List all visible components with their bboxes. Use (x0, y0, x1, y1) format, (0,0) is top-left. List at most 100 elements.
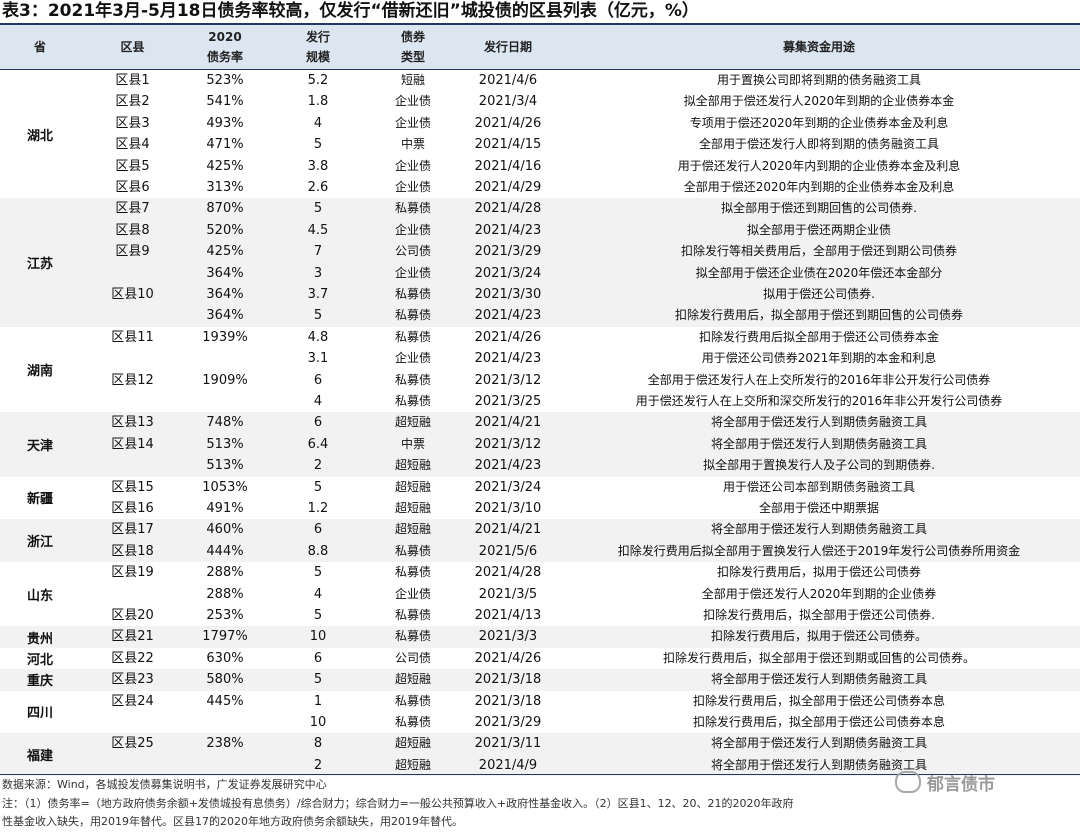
cell-date: 2021/4/13 (474, 608, 542, 623)
cell-date: 2021/4/6 (478, 73, 538, 88)
cell-type: 私募债 (394, 693, 431, 708)
note-line-2: 性基金收入缺失，用2019年替代。区县17的2020年地方政府债务余额缺失，用2… (2, 815, 463, 828)
cell-use: 将全部用于偿还发行人到期债务融资工具 (710, 736, 927, 751)
cell-county: 区县25 (111, 736, 154, 752)
cell-date: 2021/3/3 (478, 629, 538, 645)
cell-date: 2021/4/21 (474, 522, 542, 538)
cell-date: 2021/4/15 (474, 137, 542, 153)
cell-rate: 520% (206, 222, 244, 238)
cell-type: 公司债 (394, 650, 431, 665)
cell-rate: 513% (206, 458, 244, 474)
cell-date: 2021/3/10 (474, 501, 542, 516)
cell-rate (185, 712, 265, 733)
cell-county: 区县22 (111, 650, 154, 666)
cell-scale: 6 (313, 522, 323, 538)
cell-rate: 364% (206, 287, 244, 302)
cell-use: 全部用于偿还发行人在上交所发行的2016年非公开发行公司债券 (647, 372, 991, 387)
cell-date: 2021/3/30 (474, 287, 542, 302)
province-cell: 天津 (26, 438, 53, 454)
cell-type: 超短融 (394, 736, 431, 751)
cell-scale: 5.2 (307, 73, 329, 88)
cell-type: 中票 (400, 436, 425, 451)
cell-type: 超短融 (394, 672, 431, 687)
cell-date: 2021/5/6 (478, 543, 538, 559)
cell-date: 2021/3/4 (478, 94, 538, 110)
cell-rate: 471% (206, 137, 244, 153)
cell-scale: 4 (313, 586, 323, 602)
cell-county: 区县16 (111, 501, 154, 516)
cell-county: 区县20 (111, 608, 154, 623)
cell-use: 扣除发行费用后，拟用于偿还公司债券 (716, 565, 921, 580)
cell-type: 超短融 (394, 757, 431, 772)
cell-county (80, 348, 185, 369)
cell-date: 2021/3/29 (474, 715, 542, 730)
province-cell: 福建 (26, 749, 53, 765)
cell-scale: 5 (313, 308, 323, 324)
cell-rate: 445% (206, 693, 244, 709)
cell-county (80, 391, 185, 412)
cell-use: 扣除发行费用后，拟全部用于偿还公司债券. (703, 608, 935, 622)
cell-use: 扣除发行费用后，拟全部用于偿还公司债券本息 (692, 693, 945, 708)
cell-county: 区县6 (115, 180, 150, 195)
cell-rate: 580% (206, 672, 244, 688)
cell-rate: 313% (206, 180, 244, 195)
cell-scale: 4 (313, 394, 323, 409)
cell-date: 2021/3/18 (474, 693, 542, 709)
cell-rate (185, 391, 265, 412)
header-scale-line1: 发行 (305, 30, 330, 44)
cell-county (80, 455, 185, 476)
cell-scale: 3 (313, 265, 323, 281)
cell-scale: 1 (313, 693, 323, 709)
cell-type: 私募债 (394, 629, 431, 644)
cell-use: 拟用于偿还公司债券. (763, 287, 875, 301)
cell-scale: 8 (313, 736, 323, 752)
cell-rate: 425% (206, 158, 244, 174)
cell-use: 拟全部用于偿还发行人2020年到期的企业债券本金 (683, 94, 955, 109)
cell-county: 区县5 (115, 158, 150, 174)
cell-type: 私募债 (394, 608, 431, 622)
cell-use: 扣除发行费用后拟全部用于置换发行人偿还于2019年发行公司债券所用资金 (617, 543, 1021, 558)
cell-scale: 6 (313, 415, 323, 431)
cell-type: 企业债 (394, 351, 431, 366)
cell-scale: 5 (313, 137, 323, 153)
cell-scale: 10 (309, 629, 327, 645)
cell-use: 扣除发行等相关费用后，全部用于偿还到期公司债券 (680, 244, 957, 259)
cell-county: 区县14 (111, 436, 154, 452)
cell-rate (185, 348, 265, 369)
cell-rate: 288% (206, 565, 244, 581)
cell-rate: 444% (206, 543, 244, 559)
cell-date: 2021/4/23 (474, 458, 542, 474)
cell-county: 区县15 (111, 479, 154, 495)
cell-county: 区县13 (111, 415, 154, 431)
cell-scale: 2 (313, 458, 323, 474)
cell-scale: 1.2 (307, 501, 329, 516)
province-cell: 贵州 (26, 631, 53, 647)
cell-rate: 253% (206, 608, 244, 623)
cell-county: 区县19 (111, 565, 154, 581)
cell-type: 私募债 (394, 287, 431, 301)
cell-use: 扣除发行费用后拟全部用于偿还公司债券本金 (698, 329, 939, 344)
province-cell: 河北 (26, 652, 53, 668)
cell-type: 企业债 (394, 265, 431, 280)
cell-county: 区县7 (115, 201, 150, 217)
cell-scale: 4.8 (307, 329, 329, 345)
cell-type: 企业债 (394, 180, 431, 194)
cell-county: 区县9 (115, 244, 150, 260)
cell-date: 2021/4/23 (474, 351, 542, 367)
cell-county: 区县12 (111, 372, 154, 388)
cell-county (80, 584, 185, 605)
cell-type: 企业债 (394, 115, 431, 130)
cell-scale: 6.4 (307, 436, 329, 452)
cell-county: 区县21 (111, 629, 154, 645)
cell-use: 全部用于偿还中期票据 (758, 501, 879, 515)
cell-date: 2021/4/28 (474, 565, 542, 581)
cell-use: 用于偿还公司债券2021年到期的本金和利息 (701, 351, 937, 366)
header-county: 区县 (80, 25, 185, 69)
cell-rate: 1909% (202, 372, 248, 388)
cell-use: 用于偿还发行人2020年内到期的企业债券本金及利息 (677, 158, 961, 173)
cell-type: 中票 (400, 137, 425, 152)
cell-use: 将全部用于偿还发行人到期债务融资工具 (710, 436, 927, 451)
cell-scale: 5 (313, 608, 323, 623)
cell-date: 2021/3/18 (474, 672, 542, 688)
cell-date: 2021/4/26 (474, 115, 542, 131)
